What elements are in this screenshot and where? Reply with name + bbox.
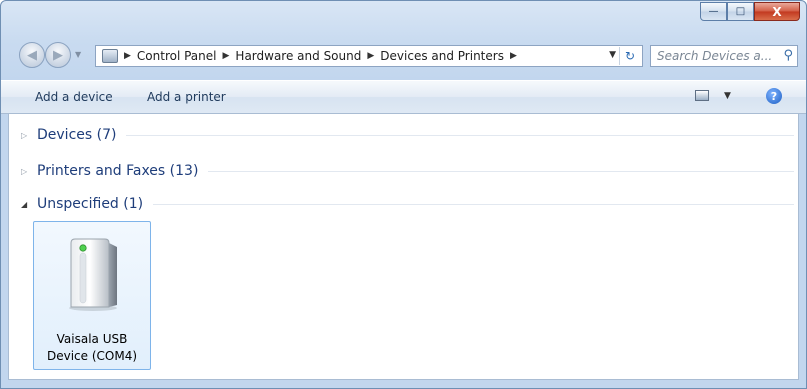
group-devices[interactable]: ▷ Devices (7) [9, 123, 794, 147]
group-label[interactable]: Devices (7) [37, 127, 116, 143]
collapsed-triangle-icon[interactable]: ▷ [21, 167, 33, 176]
breadcrumb-separator-icon[interactable]: ▶ [223, 51, 230, 61]
breadcrumb-hardware-and-sound[interactable]: Hardware and Sound [235, 49, 361, 63]
recent-pages-dropdown[interactable]: ▼ [75, 50, 81, 59]
device-tile-vaisala-usb[interactable]: Vaisala USB Device (COM4) [33, 221, 151, 370]
minimize-button[interactable]: — [700, 2, 727, 21]
back-button[interactable]: ◀ [19, 42, 45, 68]
minimize-icon: — [708, 6, 719, 17]
explorer-window: — □ X ◀ ▶ ▼ ▶ Control Panel ▶ Hardware a… [0, 0, 807, 389]
view-options-dropdown[interactable]: ▼ [724, 91, 731, 101]
search-placeholder: Search Devices a... [657, 49, 773, 63]
group-label[interactable]: Printers and Faxes (13) [37, 163, 198, 179]
group-label[interactable]: Unspecified (1) [37, 196, 143, 212]
group-unspecified[interactable]: ◢ Unspecified (1) [9, 192, 794, 216]
device-label: Vaisala USB Device (COM4) [34, 331, 150, 365]
help-icon[interactable]: ? [766, 88, 782, 104]
group-divider [153, 203, 794, 205]
device-label-line2: Device (COM4) [46, 349, 138, 363]
device-label-line1: Vaisala USB [56, 332, 128, 346]
breadcrumb-separator-icon[interactable]: ▶ [367, 51, 374, 61]
breadcrumb-separator-icon[interactable]: ▶ [510, 51, 517, 61]
refresh-icon: ↻ [624, 49, 636, 63]
breadcrumb-control-panel[interactable]: Control Panel [137, 49, 217, 63]
group-divider [208, 170, 794, 172]
caption-buttons: — □ X [700, 2, 800, 24]
collapsed-triangle-icon[interactable]: ▷ [21, 131, 33, 140]
command-bar: Add a device Add a printer ▼ ? [1, 80, 806, 114]
change-view-icon[interactable] [695, 90, 709, 101]
title-bar: — □ X [1, 1, 806, 37]
close-icon: X [772, 4, 782, 19]
close-button[interactable]: X [754, 2, 800, 21]
group-printers-and-faxes[interactable]: ▷ Printers and Faxes (13) [9, 159, 794, 183]
group-divider [126, 134, 794, 136]
forward-arrow-icon: ▶ [53, 47, 63, 63]
control-panel-icon [102, 49, 118, 63]
maximize-button[interactable]: □ [727, 2, 754, 21]
address-history-dropdown[interactable]: ▼ [609, 50, 616, 60]
address-bar[interactable]: ▶ Control Panel ▶ Hardware and Sound ▶ D… [95, 45, 643, 67]
usb-device-tower-icon [69, 238, 117, 311]
forward-button[interactable]: ▶ [45, 42, 71, 68]
breadcrumb-devices-and-printers[interactable]: Devices and Printers [380, 49, 504, 63]
search-icon[interactable]: ⚲ [783, 48, 793, 63]
expanded-triangle-icon[interactable]: ◢ [21, 200, 33, 209]
breadcrumb-separator-icon[interactable]: ▶ [124, 51, 131, 61]
devices-list-pane: ▷ Devices (7) ▷ Printers and Faxes (13) … [8, 114, 799, 380]
search-input[interactable]: Search Devices a... ⚲ [650, 45, 798, 67]
back-arrow-icon: ◀ [27, 47, 37, 63]
add-device-button[interactable]: Add a device [35, 90, 113, 104]
maximize-icon: □ [735, 6, 746, 17]
refresh-button[interactable]: ↻ [619, 47, 640, 65]
navigation-bar: ◀ ▶ ▼ ▶ Control Panel ▶ Hardware and Sou… [1, 39, 806, 73]
add-printer-button[interactable]: Add a printer [147, 90, 226, 104]
